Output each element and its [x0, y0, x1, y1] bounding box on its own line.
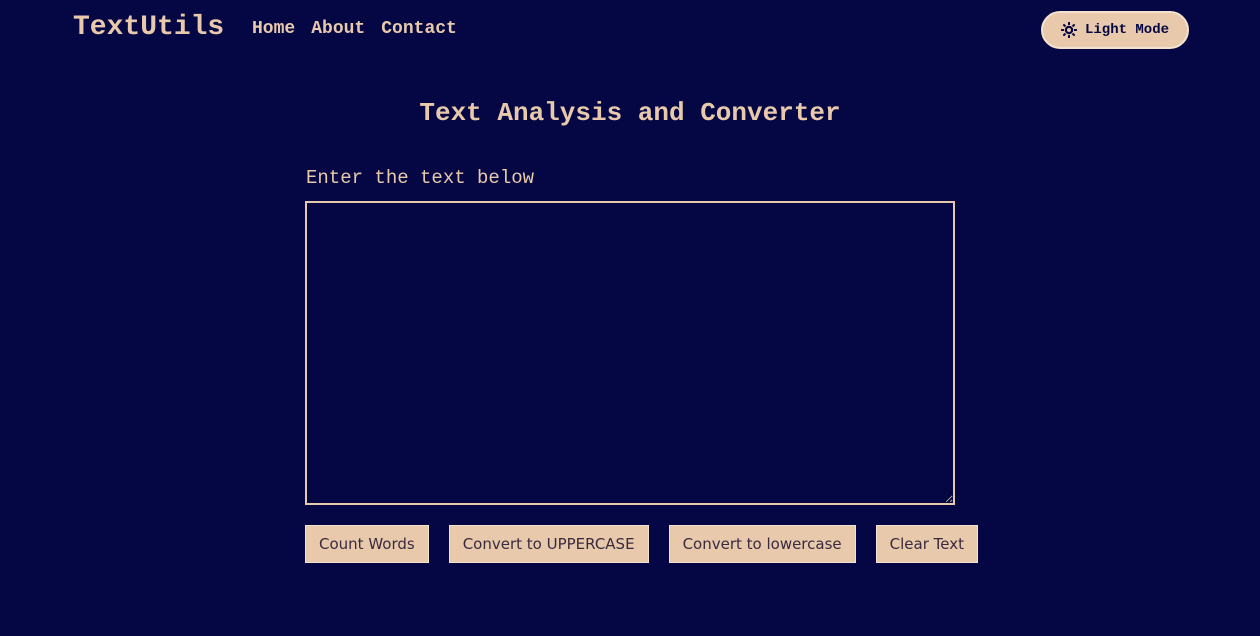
nav-links: Home About Contact — [252, 18, 457, 40]
convert-uppercase-button[interactable]: Convert to UPPERCASE — [448, 525, 649, 563]
nav-link-about[interactable]: About — [311, 18, 365, 40]
text-input-area[interactable] — [305, 201, 955, 505]
light-mode-toggle[interactable]: Light Mode — [1041, 11, 1189, 49]
action-buttons: Count Words Convert to UPPERCASE Convert… — [305, 525, 978, 563]
brand-logo[interactable]: TextUtils — [73, 11, 224, 45]
page-title: Text Analysis and Converter — [419, 98, 841, 128]
navbar: TextUtils Home About Contact Light Mode — [0, 0, 1260, 58]
convert-lowercase-button[interactable]: Convert to lowercase — [668, 525, 856, 563]
clear-text-button[interactable]: Clear Text — [875, 525, 978, 563]
sun-icon — [1060, 22, 1077, 38]
text-input-label: Enter the text below — [306, 167, 535, 189]
nav-link-contact[interactable]: Contact — [381, 18, 457, 40]
light-mode-label: Light Mode — [1084, 22, 1169, 38]
count-words-button[interactable]: Count Words — [305, 525, 429, 563]
nav-link-home[interactable]: Home — [252, 18, 295, 40]
